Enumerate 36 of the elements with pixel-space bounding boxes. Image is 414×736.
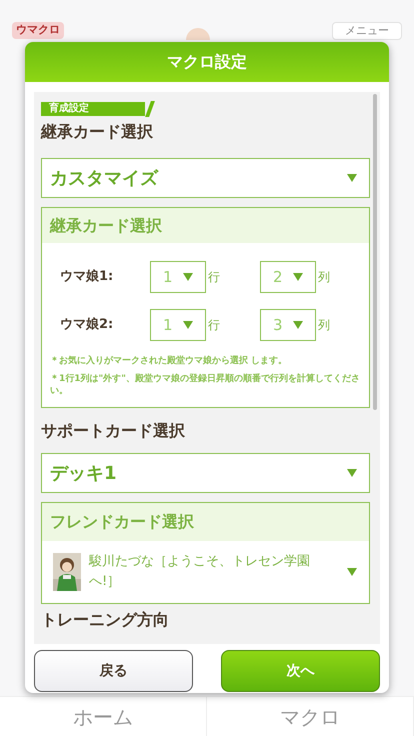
unit-label: 列: [318, 317, 330, 334]
caret-icon: [347, 174, 357, 182]
number-dropdown[interactable]: 1: [150, 309, 206, 341]
nav-tab[interactable]: マクロ: [207, 697, 414, 736]
menu-button[interactable]: メニュー: [332, 22, 402, 40]
caret-icon: [183, 321, 193, 329]
row-label: ウマ娘1:: [60, 268, 114, 286]
caret-icon: [293, 321, 303, 329]
caret-icon: [347, 469, 357, 477]
back-button[interactable]: 戻る: [34, 650, 193, 692]
dialog-title: マクロ設定: [167, 51, 247, 73]
number-dropdown[interactable]: 3: [260, 309, 316, 341]
unit-label: 行: [208, 317, 221, 334]
section-heading: トレーニング方向: [41, 609, 170, 631]
caret-icon: [183, 273, 193, 281]
panel-title: フレンドカード選択: [50, 511, 194, 533]
tag-slash: [145, 101, 155, 117]
dropdown[interactable]: カスタマイズ: [41, 158, 370, 198]
caret-icon: [347, 568, 357, 576]
caret-icon: [293, 273, 303, 281]
row-label: ウマ娘2:: [60, 316, 114, 334]
logo: ウマクロ: [12, 22, 64, 38]
next-button[interactable]: 次へ: [221, 650, 380, 692]
unit-label: 行: [208, 269, 221, 286]
note-text: ＊お気に入りがマークされた殿堂ウマ娘から選択 します。: [50, 355, 288, 367]
number-dropdown[interactable]: 2: [260, 261, 316, 293]
dropdown[interactable]: デッキ1: [41, 453, 370, 493]
unit-label: 列: [318, 269, 330, 286]
number-dropdown[interactable]: 1: [150, 261, 206, 293]
note-text: ＊1行1列は"外す"、殿堂ウマ娘の登録日昇順の順番で行列を計算してください。: [50, 373, 361, 397]
section-heading: 継承カード選択: [41, 121, 154, 143]
nav-tab[interactable]: ホーム: [0, 697, 207, 736]
section-heading: サポートカード選択: [41, 420, 186, 442]
panel-title: 継承カード選択: [50, 214, 162, 236]
friend-card-dropdown[interactable]: 駿川たづな［ようこそ、トレセン学園へ!］: [42, 541, 369, 603]
section-tag: 育成設定: [41, 102, 145, 116]
